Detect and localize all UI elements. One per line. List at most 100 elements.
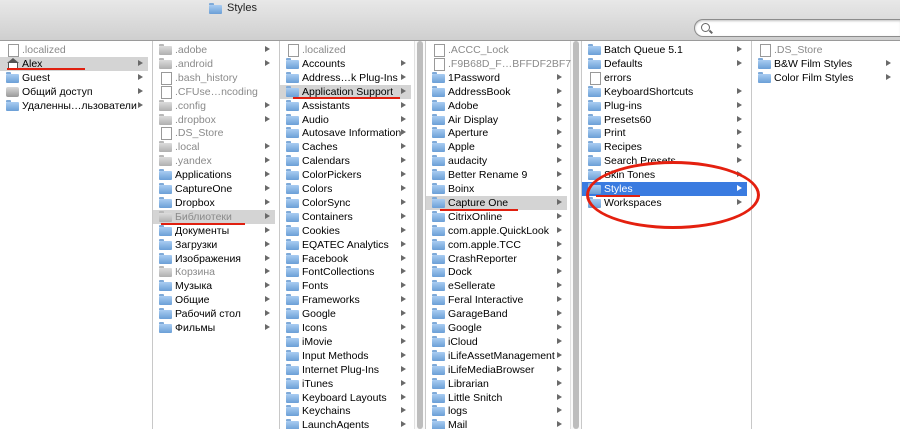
list-item[interactable]: Загрузки: [153, 238, 275, 252]
list-item[interactable]: .localized: [0, 43, 148, 57]
list-item[interactable]: .ACCC_Lock: [426, 43, 567, 57]
list-item[interactable]: Icons: [280, 321, 411, 335]
column-2[interactable]: .localized Accounts Address…k Plug-Ins Appl…: [280, 41, 426, 429]
list-item[interactable]: Dropbox: [153, 196, 275, 210]
list-item[interactable]: Документы: [153, 224, 275, 238]
list-item[interactable]: .config: [153, 99, 275, 113]
list-item[interactable]: Fonts: [280, 279, 411, 293]
list-item[interactable]: ColorPickers: [280, 168, 411, 182]
column-scrollbar[interactable]: [414, 41, 425, 429]
list-item[interactable]: .local: [153, 140, 275, 154]
list-item[interactable]: CrashReporter: [426, 252, 567, 266]
list-item[interactable]: audacity: [426, 154, 567, 168]
list-item[interactable]: Plug-ins: [582, 99, 747, 113]
list-item[interactable]: Keyboard Layouts: [280, 391, 411, 405]
column-5[interactable]: .DS_Store B&W Film Styles Color Film Style…: [752, 41, 900, 429]
list-item[interactable]: Google: [426, 321, 567, 335]
list-item[interactable]: Colors: [280, 182, 411, 196]
list-item[interactable]: Изображения: [153, 252, 275, 266]
column-1[interactable]: .adobe .android .bash_history .CFUse…ncodin…: [153, 41, 280, 429]
search-input[interactable]: [715, 21, 899, 35]
list-item[interactable]: Assistants: [280, 99, 411, 113]
list-item[interactable]: Apple: [426, 140, 567, 154]
list-item[interactable]: com.apple.QuickLook: [426, 224, 567, 238]
list-item[interactable]: Calendars: [280, 154, 411, 168]
list-item[interactable]: Defaults: [582, 57, 747, 71]
list-item[interactable]: B&W Film Styles: [752, 57, 896, 71]
list-item[interactable]: Recipes: [582, 140, 747, 154]
list-item[interactable]: Better Rename 9: [426, 168, 567, 182]
list-item[interactable]: Корзина: [153, 265, 275, 279]
list-item[interactable]: Guest: [0, 71, 148, 85]
list-item[interactable]: iMovie: [280, 335, 411, 349]
list-item[interactable]: Print: [582, 126, 747, 140]
list-item[interactable]: Autosave Information: [280, 126, 411, 140]
list-item[interactable]: eSellerate: [426, 279, 567, 293]
list-item[interactable]: Mail: [426, 418, 567, 429]
list-item[interactable]: Containers: [280, 210, 411, 224]
list-item[interactable]: Общие: [153, 293, 275, 307]
list-item[interactable]: Фильмы: [153, 321, 275, 335]
list-item[interactable]: iLifeMediaBrowser: [426, 363, 567, 377]
list-item[interactable]: Aperture: [426, 126, 567, 140]
list-item[interactable]: Библиотеки: [153, 209, 275, 224]
list-item[interactable]: Accounts: [280, 57, 411, 71]
list-item[interactable]: Input Methods: [280, 349, 411, 363]
list-item[interactable]: Internet Plug-Ins: [280, 363, 411, 377]
list-item[interactable]: .dropbox: [153, 113, 275, 127]
list-item[interactable]: CitrixOnline: [426, 210, 567, 224]
list-item[interactable]: Little Snitch: [426, 391, 567, 405]
list-item[interactable]: .adobe: [153, 43, 275, 57]
list-item[interactable]: .DS_Store: [153, 126, 275, 141]
list-item[interactable]: AddressBook: [426, 85, 567, 99]
column-scrollbar[interactable]: [570, 41, 581, 429]
list-item[interactable]: FontCollections: [280, 265, 411, 279]
list-item[interactable]: CaptureOne: [153, 182, 275, 196]
list-item[interactable]: iLifeAssetManagement: [426, 349, 567, 363]
search-field[interactable]: [694, 19, 900, 37]
list-item[interactable]: Boinx: [426, 182, 567, 196]
list-item[interactable]: Рабочий стол: [153, 307, 275, 321]
column-3[interactable]: .ACCC_Lock .F9B68D_F…BFFDF2BF7 1Password Ad…: [426, 41, 582, 429]
list-item[interactable]: KeyboardShortcuts: [582, 85, 747, 99]
list-item[interactable]: .android: [153, 57, 275, 71]
list-item[interactable]: Presets60: [582, 113, 747, 127]
list-item[interactable]: Frameworks: [280, 293, 411, 307]
list-item[interactable]: .yandex: [153, 154, 275, 168]
list-item[interactable]: Capture One: [426, 195, 567, 210]
list-item[interactable]: LaunchAgents: [280, 418, 411, 429]
scrollbar-thumb[interactable]: [417, 41, 423, 429]
list-item[interactable]: iTunes: [280, 377, 411, 391]
list-item[interactable]: Adobe: [426, 99, 567, 113]
list-item[interactable]: EQATEC Analytics: [280, 238, 411, 252]
list-item[interactable]: Batch Queue 5.1: [582, 43, 747, 57]
list-item[interactable]: Color Film Styles: [752, 71, 896, 85]
list-item[interactable]: Facebook: [280, 252, 411, 266]
list-item[interactable]: Audio: [280, 113, 411, 127]
list-item[interactable]: Cookies: [280, 224, 411, 238]
list-item[interactable]: iCloud: [426, 335, 567, 349]
list-item[interactable]: ColorSync: [280, 196, 411, 210]
list-item[interactable]: logs: [426, 404, 567, 418]
list-item[interactable]: Удаленны…льзователи: [0, 99, 148, 113]
list-item[interactable]: .localized: [280, 43, 411, 57]
list-item[interactable]: com.apple.TCC: [426, 238, 567, 252]
list-item[interactable]: GarageBand: [426, 307, 567, 321]
scrollbar-thumb[interactable]: [573, 41, 579, 429]
list-item[interactable]: .DS_Store: [752, 43, 896, 57]
list-item[interactable]: .F9B68D_F…BFFDF2BF7: [426, 57, 571, 71]
column-0[interactable]: .localized Alex Guest Общий доступ Удаленны……: [0, 41, 153, 429]
column-4[interactable]: Batch Queue 5.1 Defaults errors KeyboardSho…: [582, 41, 752, 429]
list-item[interactable]: Музыка: [153, 279, 275, 293]
list-item[interactable]: Applications: [153, 168, 275, 182]
list-item[interactable]: Address…k Plug-Ins: [280, 71, 411, 85]
list-item[interactable]: .bash_history: [153, 71, 275, 85]
list-item[interactable]: Air Display: [426, 113, 567, 127]
list-item[interactable]: 1Password: [426, 71, 567, 85]
list-item[interactable]: Feral Interactive: [426, 293, 567, 307]
list-item[interactable]: Общий доступ: [0, 85, 148, 99]
list-item[interactable]: Keychains: [280, 404, 411, 418]
list-item[interactable]: Caches: [280, 140, 411, 154]
list-item[interactable]: Librarian: [426, 377, 567, 391]
column-browser[interactable]: .localized Alex Guest Общий доступ Удаленны……: [0, 41, 900, 429]
